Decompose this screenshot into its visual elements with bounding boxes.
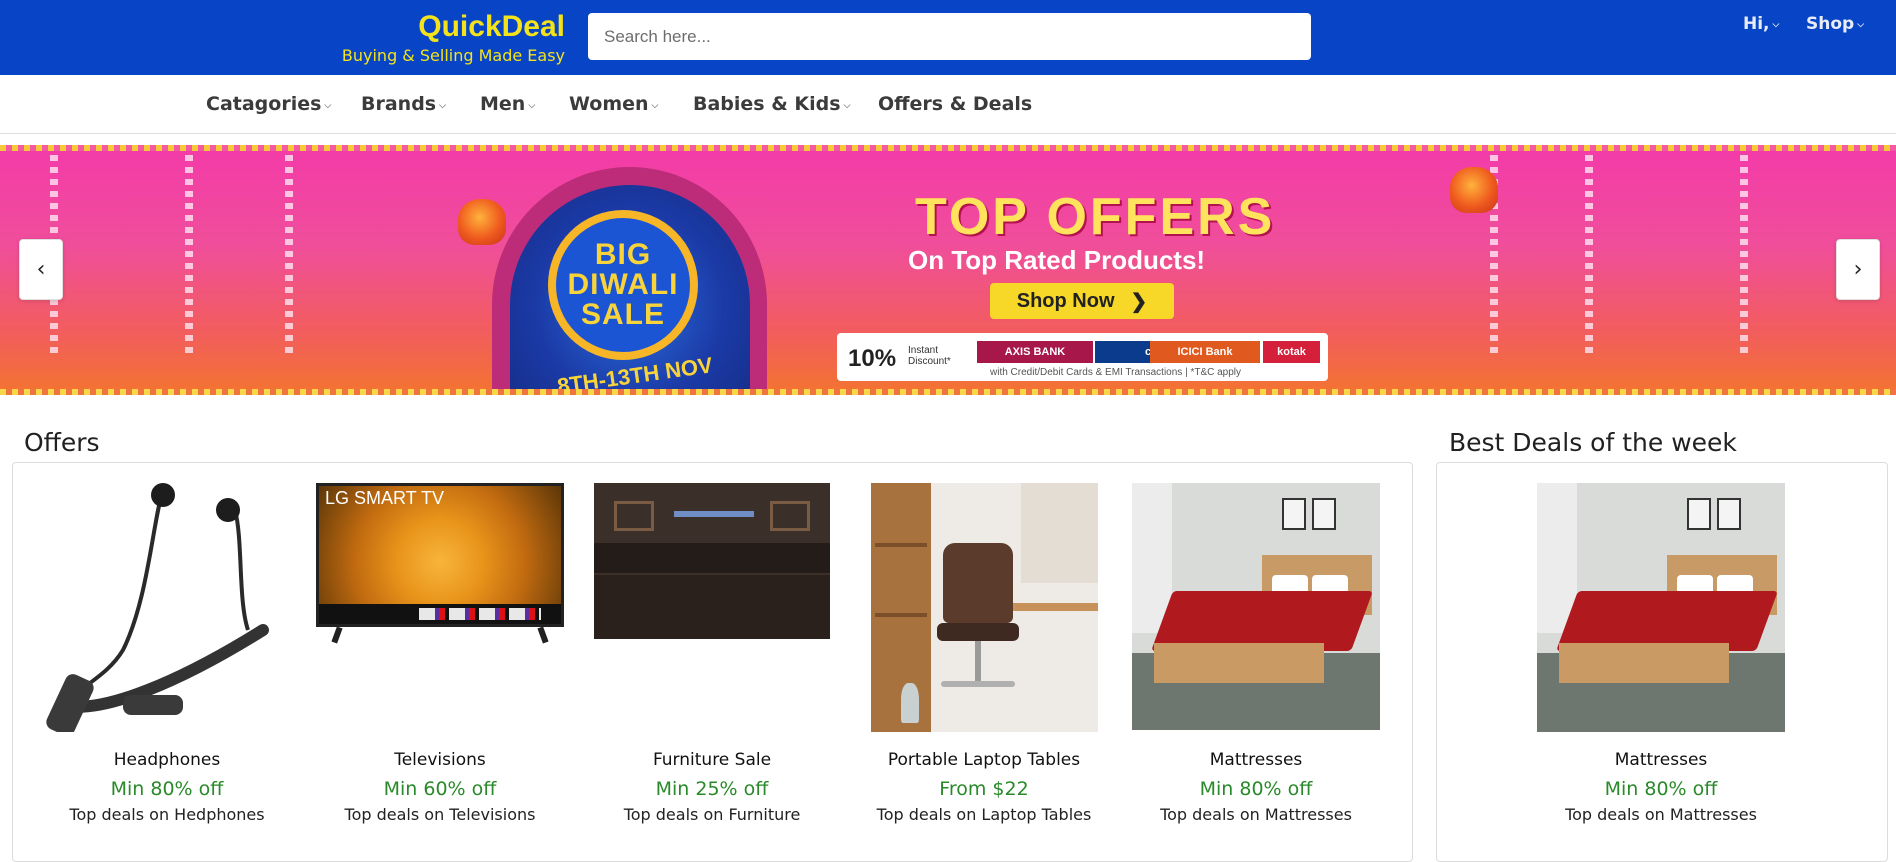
badge-line: SALE — [580, 298, 665, 331]
product-name[interactable]: Mattresses — [1537, 749, 1785, 771]
carousel-prev-button[interactable]: ‹ — [19, 239, 63, 300]
product-image-headphones — [43, 480, 291, 736]
offers-section-title: Offers — [24, 428, 100, 457]
product-offer: From $22 — [939, 778, 1029, 800]
tv-leg — [537, 626, 549, 644]
chevron-down-icon: ⌵ — [439, 101, 446, 111]
carousel-next-button[interactable]: › — [1836, 239, 1880, 300]
product-image-furniture — [588, 480, 836, 732]
discount-percent: 10% — [848, 345, 897, 372]
nav-item-label[interactable]: Catagories — [206, 93, 321, 115]
bank-offer-fine-print: with Credit/Debit Cards & EMI Transactio… — [990, 367, 1242, 378]
nav-item-men[interactable]: Men ⌵ — [480, 93, 535, 115]
lantern-icon — [1450, 167, 1498, 213]
brand-name[interactable]: QuickDeal — [320, 8, 565, 46]
shop-now-label: Shop Now — [1016, 289, 1115, 312]
offer-card-headphones[interactable]: Headphones Min 80% off Top deals on Hedp… — [43, 480, 291, 825]
product-offer: Min 60% off — [383, 778, 497, 800]
shop-now-button[interactable]: Shop Now ❯ — [990, 283, 1174, 319]
category-nav: Catagories ⌵ Brands ⌵ Men ⌵ Women ⌵ Babi… — [0, 75, 1896, 134]
tv-screen: LG SMART TV — [316, 483, 564, 627]
tv-brand-text: LG SMART TV — [325, 488, 445, 508]
bank-logo-kotak: kotak — [1263, 341, 1320, 363]
garland-decoration — [1585, 155, 1593, 355]
chevron-down-icon: ⌵ — [324, 101, 332, 111]
badge-line: BIG — [594, 238, 652, 271]
shop-menu-label[interactable]: Shop — [1806, 14, 1854, 34]
product-image-mattress — [1132, 480, 1380, 732]
bed-headboard — [594, 483, 830, 639]
garland-decoration — [285, 155, 293, 355]
diwali-sale-badge: BIG DIWALI SALE — [548, 210, 698, 360]
product-offer: Min 80% off — [110, 778, 224, 800]
offer-card-furniture[interactable]: Furniture Sale Min 25% off Top deals on … — [588, 480, 836, 825]
bank-logo-icici: ICICI Bank — [1150, 341, 1260, 363]
product-name[interactable]: Televisions — [316, 749, 564, 771]
promo-banner[interactable]: BIG DIWALI SALE 8TH-13TH NOV TOP OFFERS … — [0, 145, 1896, 395]
room-backdrop — [871, 483, 1098, 732]
nav-item-women[interactable]: Women ⌵ — [569, 93, 658, 115]
banner-subtitle: On Top Rated Products! — [908, 245, 1206, 275]
user-menu-label[interactable]: Hi, — [1743, 14, 1770, 34]
chevron-down-icon: ⌵ — [1857, 20, 1865, 30]
product-desc: Top deals on Hedphones — [69, 805, 265, 824]
bedroom-backdrop — [1537, 483, 1785, 732]
chevron-down-icon: ⌵ — [651, 101, 659, 111]
nav-item-label[interactable]: Babies & Kids — [693, 93, 841, 115]
product-image-mattress — [1537, 480, 1785, 732]
product-name[interactable]: Furniture Sale — [588, 749, 836, 771]
chevron-right-icon: ❯ — [1130, 290, 1148, 313]
nav-item-categories[interactable]: Catagories ⌵ — [206, 93, 331, 115]
product-offer: Min 80% off — [1604, 778, 1718, 800]
product-name[interactable]: Portable Laptop Tables — [860, 749, 1108, 771]
best-deal-card-mattresses[interactable]: Mattresses Min 80% off Top deals on Matt… — [1537, 480, 1785, 825]
product-offer: Min 80% off — [1199, 778, 1313, 800]
lantern-icon — [458, 199, 506, 245]
chevron-down-icon: ⌵ — [528, 101, 536, 111]
brand-tagline: Buying & Selling Made Easy — [341, 46, 565, 65]
offer-card-mattresses[interactable]: Mattresses Min 80% off Top deals on Matt… — [1132, 480, 1380, 825]
search-input[interactable] — [588, 13, 1311, 60]
nav-item-label[interactable]: Women — [569, 93, 649, 115]
user-menu[interactable]: Hi, ⌵ — [1743, 14, 1779, 34]
chevron-down-icon: ⌵ — [1772, 20, 1780, 30]
nav-item-label[interactable]: Offers & Deals — [878, 93, 1032, 115]
shop-menu[interactable]: Shop ⌵ — [1806, 14, 1864, 34]
nav-item-label[interactable]: Men — [480, 93, 525, 115]
product-name[interactable]: Mattresses — [1132, 749, 1380, 771]
bedroom-backdrop — [1132, 483, 1380, 730]
product-image-tv: LG SMART TV — [316, 480, 564, 732]
chevron-right-icon: › — [1853, 257, 1863, 282]
product-desc: Top deals on Laptop Tables — [876, 805, 1092, 824]
tv-leg — [331, 626, 343, 644]
product-desc: Top deals on Mattresses — [1160, 805, 1352, 824]
nav-item-label[interactable]: Brands — [361, 93, 436, 115]
banner-title: TOP OFFERS — [915, 188, 1276, 246]
product-desc: Top deals on Furniture — [623, 805, 801, 824]
top-header-bar: QuickDeal Buying & Selling Made Easy Hi,… — [0, 0, 1896, 75]
product-name[interactable]: Headphones — [43, 749, 291, 771]
offer-card-laptop-tables[interactable]: Portable Laptop Tables From $22 Top deal… — [860, 480, 1108, 825]
product-desc: Top deals on Mattresses — [1565, 805, 1757, 824]
product-image-chair — [860, 480, 1108, 732]
nav-item-offers-deals[interactable]: Offers & Deals — [878, 93, 1032, 115]
product-offer: Min 25% off — [655, 778, 769, 800]
brand-logo[interactable]: QuickDeal Buying & Selling Made Easy — [320, 8, 565, 66]
chevron-left-icon: ‹ — [36, 257, 46, 282]
chevron-down-icon: ⌵ — [843, 101, 851, 111]
badge-line: DIWALI — [567, 268, 679, 301]
nav-item-babies-kids[interactable]: Babies & Kids ⌵ — [693, 93, 850, 115]
headphones-icon — [46, 483, 269, 736]
discount-label: Instant Discount* — [908, 345, 951, 367]
product-desc: Top deals on Televisions — [344, 805, 536, 824]
offer-card-televisions[interactable]: LG SMART TV Televisions Min 60% off Top … — [316, 480, 564, 825]
bank-logo-axis: AXIS BANK — [977, 341, 1093, 363]
garland-decoration — [1740, 155, 1748, 355]
garland-decoration — [185, 155, 193, 355]
nav-item-brands[interactable]: Brands ⌵ — [361, 93, 446, 115]
best-deals-section-title: Best Deals of the week — [1449, 428, 1737, 457]
